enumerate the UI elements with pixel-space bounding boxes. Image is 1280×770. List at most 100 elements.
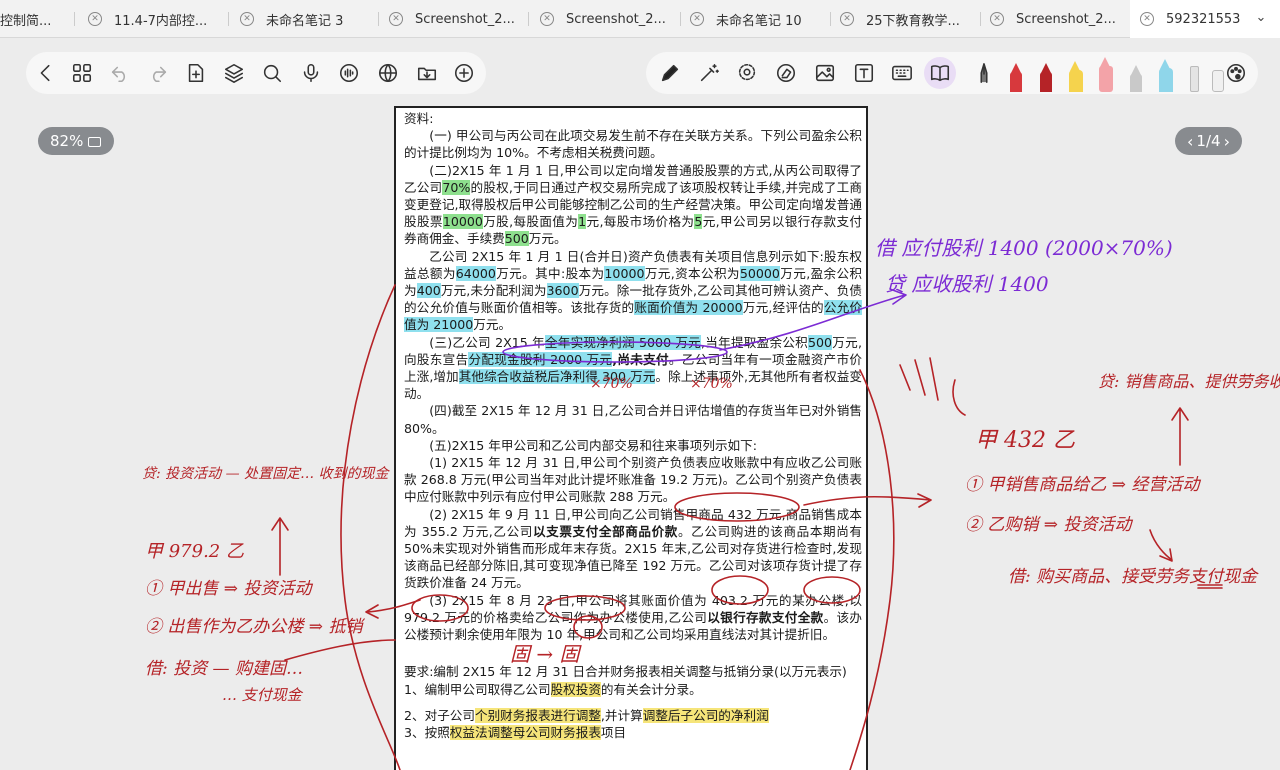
close-icon[interactable]: ✕: [840, 12, 854, 26]
red-pen-tool[interactable]: [1004, 61, 1028, 94]
lock-icon: [88, 137, 102, 147]
note-left-top: 贷: 投资活动 — 处置固定… 收到的现金: [142, 466, 389, 482]
tab-5[interactable]: ✕ 未命名笔记 10: [690, 0, 830, 38]
magic-pen-icon[interactable]: [697, 61, 721, 85]
highlight: 个别财务报表进行调整: [474, 707, 601, 723]
tab-6[interactable]: ✕ 25下教育教学...: [840, 0, 980, 38]
page-label: 1/4: [1196, 132, 1221, 150]
highlight: 账面价值为 20000: [634, 300, 743, 316]
highlight: 10000: [604, 265, 645, 281]
highlight: 股权投资: [550, 681, 601, 697]
highlight: 3600: [546, 283, 579, 299]
yellow-highlighter-tool[interactable]: [1064, 61, 1088, 94]
lasso-icon[interactable]: [735, 61, 759, 85]
document-page[interactable]: 资料: (一) 甲公司与丙公司在此项交易发生前不存在关联方关系。下列公司盈余公积…: [394, 106, 868, 770]
tab-7[interactable]: ✕ Screenshot_2...: [990, 0, 1130, 38]
redo-icon[interactable]: [146, 61, 170, 85]
tab-separator: [228, 12, 229, 26]
search-icon[interactable]: [260, 61, 284, 85]
close-icon[interactable]: ✕: [1140, 12, 1154, 26]
doc-paragraph: (二)2X15 年 1 月 1 日,甲公司以定向增发普通股股票的方式,从丙公司取…: [404, 162, 863, 247]
note-left-3: 借: 投资 — 购建固…: [145, 659, 303, 679]
ruler-tool[interactable]: [1182, 61, 1206, 94]
highlight: 64000: [455, 265, 496, 281]
back-icon[interactable]: [34, 61, 58, 85]
close-icon[interactable]: ✕: [990, 12, 1004, 26]
close-icon[interactable]: ✕: [540, 12, 554, 26]
chevron-down-icon[interactable]: ⌄: [1252, 10, 1270, 28]
highlight: 分配现金股利 2000 万元: [468, 351, 613, 367]
doc-paragraph: 2、对子公司个别财务报表进行调整,并计算调整后子公司的净利润: [404, 707, 769, 723]
pen-icon[interactable]: [658, 61, 682, 85]
tab-bar: 控制简... ✕ 11.4-7内部控... ✕ 未命名笔记 3 ✕ Screensho…: [0, 0, 1280, 38]
doc-paragraph: (1) 2X15 年 12 月 31 日,甲公司个别资产负债表应收账款中有应收乙…: [404, 455, 862, 505]
document-text: 资料: (一) 甲公司与丙公司在此项交易发生前不存在关联方关系。下列公司盈余公积…: [404, 110, 862, 741]
doc-paragraph: 要求:编制 2X15 年 12 月 31 日合并财务报表相关调整与抵销分录(以万…: [404, 664, 847, 680]
tab-label: 未命名笔记 3: [266, 13, 344, 29]
close-icon[interactable]: ✕: [690, 12, 704, 26]
ink-hatch: [899, 357, 966, 416]
import-icon[interactable]: [415, 61, 439, 85]
microphone-icon[interactable]: [299, 61, 323, 85]
note-jia-432: 甲 432 乙: [975, 428, 1075, 453]
doc-paragraph: (三)乙公司 2X15 年全年实现净利润 5000 万元,当年提取盈余公积500…: [404, 334, 863, 402]
highlight: 400: [416, 283, 441, 299]
tab-separator: [74, 12, 75, 26]
blue-highlighter-tool[interactable]: [1154, 59, 1178, 94]
tab-label: 592321553: [1166, 11, 1241, 27]
doc-paragraph: (四)截至 2X15 年 12 月 31 日,乙公司合并日评估增值的存货当年已对…: [404, 403, 862, 436]
chevron-right-icon[interactable]: ›: [1224, 132, 1230, 151]
audio-icon[interactable]: [337, 61, 361, 85]
ink-arrow-up-left: [271, 517, 289, 576]
page-indicator[interactable]: ‹ 1/4 ›: [1175, 127, 1242, 155]
undo-icon[interactable]: [108, 61, 132, 85]
tab-separator: [528, 12, 529, 26]
tab-label: 11.4-7内部控...: [114, 13, 208, 29]
layers-icon[interactable]: [222, 61, 246, 85]
doc-paragraph: (2) 2X15 年 9 月 11 日,甲公司向乙公司销售甲商品 432 万元,…: [404, 506, 863, 591]
ink-arrow-up-right: [1171, 407, 1189, 466]
reader-icon[interactable]: [924, 57, 956, 89]
close-icon[interactable]: ✕: [88, 12, 102, 26]
note-x70-2: ×70%: [690, 376, 733, 392]
ink-left-vertical: [340, 284, 401, 770]
tab-0[interactable]: 控制简...: [0, 0, 70, 38]
note-gu-gu: 固 → 固: [510, 642, 580, 666]
drawing-toolbar: [646, 52, 1258, 94]
doc-paragraph: 3、按照权益法调整母公司财务报表项目: [404, 724, 627, 740]
add-page-icon[interactable]: [184, 61, 208, 85]
highlight: 10000: [442, 214, 483, 230]
close-icon[interactable]: ✕: [389, 12, 403, 26]
highlight: 1: [578, 214, 587, 230]
image-icon[interactable]: [813, 61, 837, 85]
dark-red-pen-tool[interactable]: [1034, 61, 1058, 94]
tab-1[interactable]: ✕ 11.4-7内部控...: [88, 0, 228, 38]
palette-icon[interactable]: [1224, 61, 1248, 85]
zoom-indicator[interactable]: 82%: [38, 127, 114, 155]
textbox-icon[interactable]: [852, 61, 876, 85]
tab-separator: [830, 12, 831, 26]
globe-icon[interactable]: [376, 61, 400, 85]
doc-paragraph: (一) 甲公司与丙公司在此项交易发生前不存在关联方关系。下列公司盈余公积的计提比…: [404, 128, 862, 161]
keyboard-icon[interactable]: [890, 61, 914, 85]
note-jia-979: 甲 979.2 乙: [145, 541, 244, 562]
tab-3[interactable]: ✕ Screenshot_2...: [389, 0, 529, 38]
doc-paragraph: 1、编制甲公司取得乙公司股权投资的有关会计分录。: [404, 681, 702, 697]
highlight: 500: [504, 231, 529, 247]
note-x70-1: ×70%: [590, 376, 633, 392]
note-right-1: ① 甲销售商品给乙 ⇒ 经营活动: [965, 475, 1200, 495]
pink-highlighter-tool[interactable]: [1094, 57, 1118, 94]
ink-arrow-down-right: [1149, 529, 1173, 562]
tab-4[interactable]: ✕ Screenshot_2...: [540, 0, 680, 38]
eraser-icon[interactable]: [774, 61, 798, 85]
highlight: 50000: [739, 265, 780, 281]
tab-2[interactable]: ✕ 未命名笔记 3: [240, 0, 380, 38]
pencil-tool[interactable]: [1124, 61, 1148, 94]
close-icon[interactable]: ✕: [240, 12, 254, 26]
note-right-2: ② 乙购销 ⇒ 投资活动: [965, 515, 1132, 535]
grid-icon[interactable]: [70, 61, 94, 85]
tab-label: 未命名笔记 10: [716, 13, 802, 29]
chevron-left-icon[interactable]: ‹: [1187, 132, 1193, 151]
fountain-pen-tool[interactable]: [972, 61, 996, 85]
add-icon[interactable]: [452, 61, 476, 85]
